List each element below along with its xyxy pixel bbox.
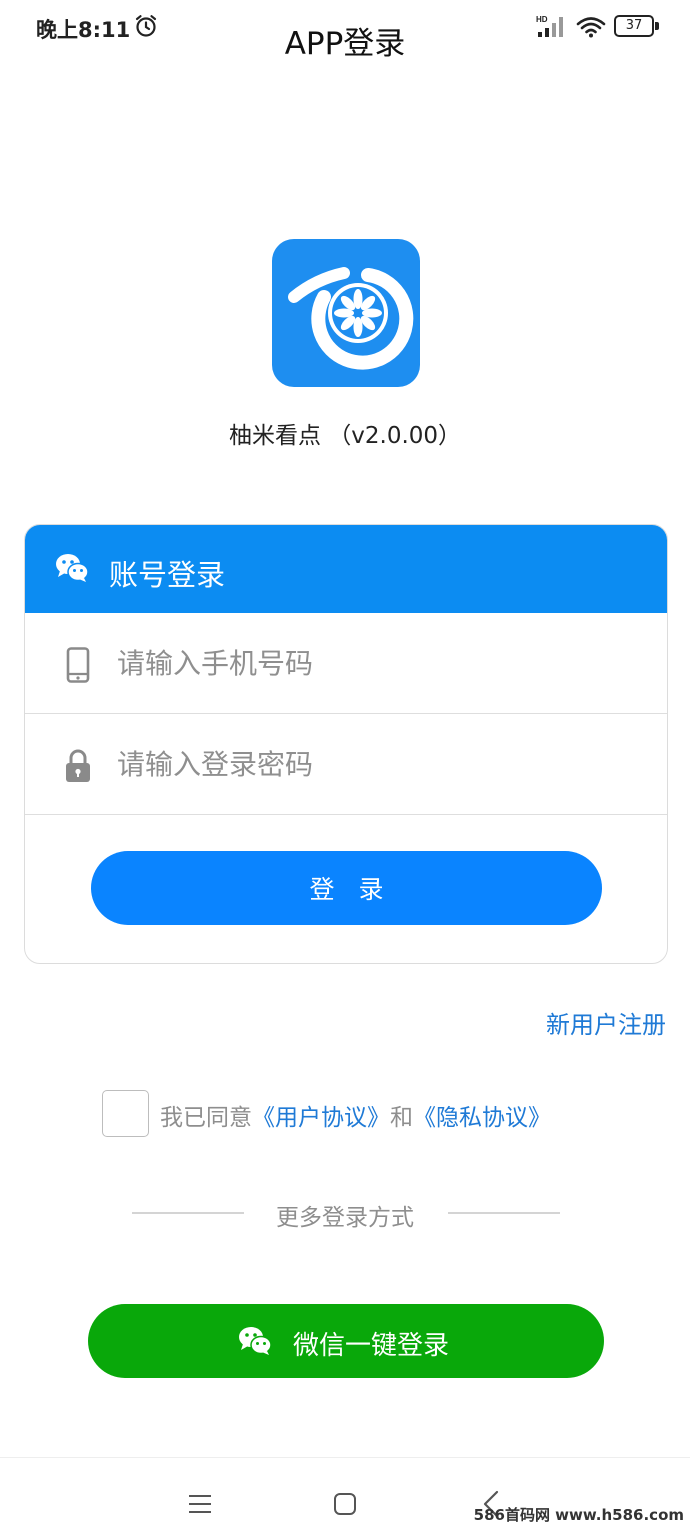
password-input[interactable] <box>117 736 637 792</box>
login-button[interactable]: 登录 <box>91 851 602 925</box>
wechat-login-button[interactable]: 微信一键登录 <box>88 1304 604 1378</box>
wechat-login-label: 微信一键登录 <box>293 1330 450 1360</box>
divider-right <box>448 1212 560 1214</box>
more-login-divider-text: 更多登录方式 <box>276 1205 414 1231</box>
privacy-agreement-link[interactable]: 《隐私协议》 <box>413 1105 551 1131</box>
app-logo <box>272 239 420 387</box>
citrus-logo-icon <box>288 267 414 370</box>
login-card-header: 账号登录 <box>25 525 667 613</box>
watermark: 586首码网 www.h586.com <box>473 1506 684 1524</box>
login-card-title: 账号登录 <box>109 558 226 592</box>
mobile-phone-icon <box>66 647 90 683</box>
user-agreement-link[interactable]: 《用户协议》 <box>252 1105 390 1131</box>
home-square-icon[interactable] <box>333 1492 357 1516</box>
wechat-icon <box>56 554 89 582</box>
agreement-text: 我已同意《用户协议》和《隐私协议》 <box>160 1098 551 1132</box>
agreement-conjunction: 和 <box>390 1105 413 1131</box>
wechat-icon <box>239 1327 272 1355</box>
agreement-checkbox[interactable] <box>102 1090 149 1137</box>
register-link[interactable]: 新用户注册 <box>546 1005 666 1040</box>
phone-field-row <box>25 613 667 714</box>
phone-input[interactable] <box>117 635 637 691</box>
password-field-row <box>25 714 667 815</box>
status-bar: 晚上8:11 HD 37 APP登录 <box>0 0 690 62</box>
login-card: 账号登录 登录 <box>24 524 668 964</box>
page-title: APP登录 <box>284 26 406 62</box>
agreement-row: 我已同意《用户协议》和《隐私协议》 <box>102 1090 622 1138</box>
menu-icon[interactable] <box>188 1492 212 1516</box>
app-name-version: 柚米看点 （v2.0.00） <box>228 423 462 449</box>
agreement-prefix: 我已同意 <box>160 1105 252 1131</box>
lock-icon <box>66 749 90 782</box>
